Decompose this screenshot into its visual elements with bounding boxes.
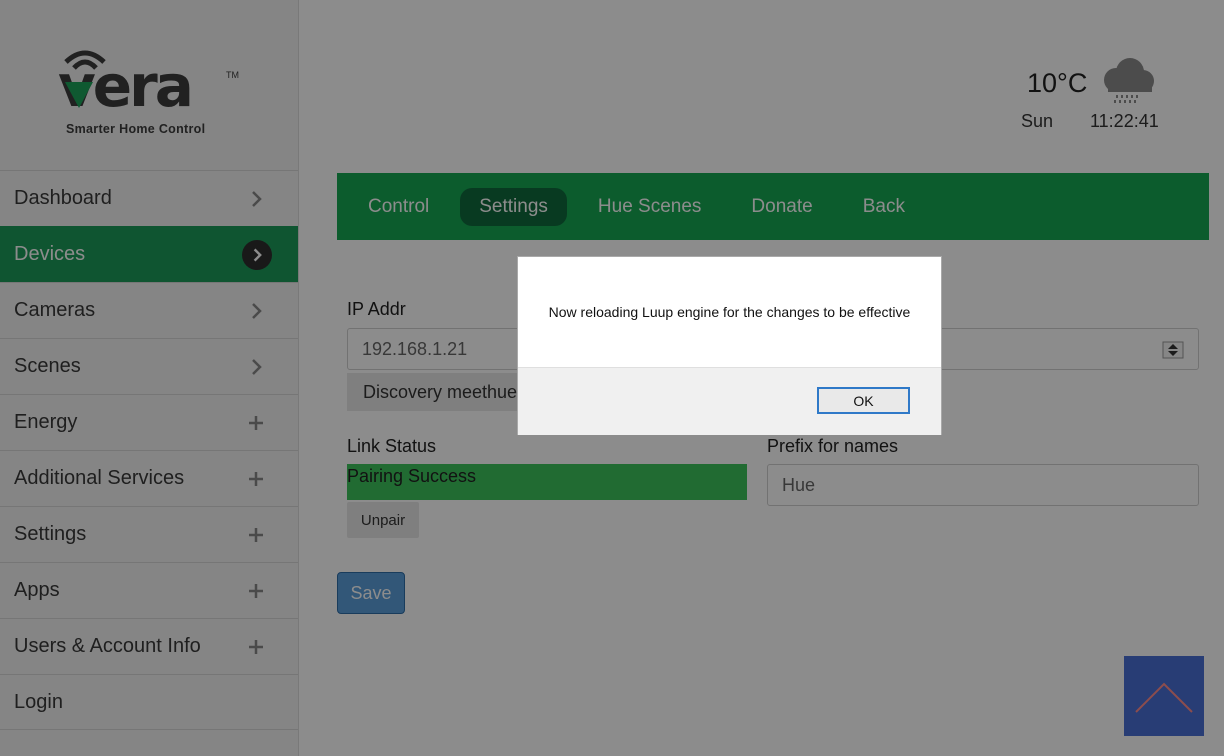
ok-button[interactable]: OK [817, 387, 910, 414]
alert-dialog: Now reloading Luup engine for the change… [517, 256, 942, 435]
dialog-footer: OK [518, 367, 941, 435]
dialog-message: Now reloading Luup engine for the change… [548, 304, 911, 320]
